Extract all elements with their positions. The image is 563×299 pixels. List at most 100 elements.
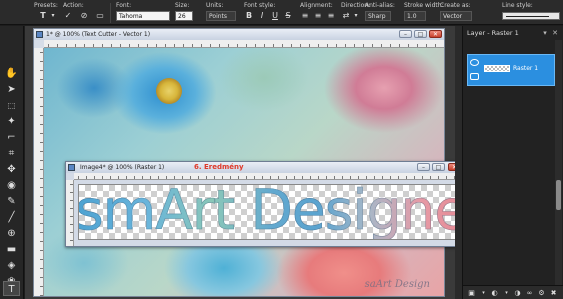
vertical-ruler <box>34 48 44 296</box>
stroke-width-input[interactable]: 1.0 <box>404 11 426 21</box>
size-label: Size: <box>175 2 190 9</box>
link-icon[interactable]: ∞ <box>525 289 534 297</box>
units-select[interactable]: Points <box>206 11 236 21</box>
ruler-tick <box>129 44 130 47</box>
pan-tool-icon[interactable]: ✋ <box>3 66 20 81</box>
canvas-watermark: saArt Design <box>364 279 430 290</box>
ruler-tick <box>70 184 73 185</box>
font-select[interactable]: Tahoma <box>116 11 170 21</box>
line-style-select[interactable] <box>502 12 560 20</box>
minimize-button[interactable]: – <box>399 30 412 38</box>
ruler-tick <box>48 44 49 47</box>
direction-dropdown-icon[interactable]: ▾ <box>351 11 361 21</box>
ruler-tick <box>190 176 191 179</box>
underline-icon[interactable]: U <box>270 11 280 21</box>
layer-name: Raster 1 <box>513 65 539 72</box>
align-right-icon[interactable]: ≡ <box>326 11 336 21</box>
ruler-tick <box>286 176 287 179</box>
strikethrough-icon[interactable]: S <box>283 11 293 21</box>
crop-tool-icon[interactable]: ⌗ <box>3 146 20 161</box>
layer-properties-icon[interactable]: ⚙ <box>537 289 546 297</box>
image-window[interactable]: Image4* @ 100% (Raster 1) 6. Eredmény – … <box>65 161 465 247</box>
presets-text-tool-icon[interactable]: T <box>38 11 48 21</box>
palette-menu-icon[interactable]: ▾ <box>541 29 549 37</box>
layer-row-raster-1[interactable]: Raster 1 <box>467 54 555 86</box>
ruler-tick <box>40 214 43 215</box>
close-button[interactable]: ✕ <box>429 30 442 38</box>
ruler-tick <box>40 268 43 269</box>
ruler-tick <box>40 133 43 134</box>
adjustment-layer-icon[interactable]: ◐ <box>490 289 499 297</box>
ruler-tick <box>318 176 319 179</box>
ruler-tick <box>94 176 95 179</box>
ruler-tick <box>40 259 43 260</box>
apply-check-icon[interactable]: ✓ <box>63 11 73 21</box>
makeover-tool-icon[interactable]: ✎ <box>3 194 20 209</box>
presets-label: Presets: <box>34 2 58 9</box>
ruler-tick <box>446 176 447 179</box>
adjustment-dropdown-icon[interactable]: ▾ <box>502 289 511 297</box>
edit-text-icon[interactable]: ▭ <box>95 11 105 21</box>
vertical-ruler <box>66 180 74 246</box>
ruler-tick <box>382 176 383 179</box>
ruler-tick <box>219 44 220 47</box>
ruler-tick <box>291 44 292 47</box>
create-as-select[interactable]: Vector <box>440 11 472 21</box>
delete-layer-icon[interactable]: ✖ <box>549 289 558 297</box>
size-select[interactable]: 26 <box>175 11 193 21</box>
dropper-tool-icon[interactable]: ⌐ <box>3 130 20 145</box>
ruler-tick <box>78 176 79 179</box>
magic-wand-tool-icon[interactable]: ✦ <box>3 114 20 129</box>
ruler-tick <box>40 196 43 197</box>
italic-icon[interactable]: I <box>257 11 267 21</box>
tools-toolbar: ✋ ➤ ⬚ ✦ ⌐ ⌗ ✥ ◉ ✎ ╱ ⊕ ▬ ◈ ❀ T <box>0 26 24 299</box>
align-center-icon[interactable]: ≡ <box>313 11 323 21</box>
direction-icon[interactable]: ⇄ <box>341 11 351 21</box>
flood-fill-tool-icon[interactable]: ◈ <box>3 258 20 273</box>
selection-tool-icon[interactable]: ⬚ <box>3 98 20 113</box>
eraser-tool-icon[interactable]: ▬ <box>3 242 20 257</box>
ruler-tick <box>254 176 255 179</box>
minimize-button[interactable]: – <box>417 163 430 171</box>
ruler-tick <box>138 44 139 47</box>
main-window-titlebar[interactable]: 1* @ 100% (Text Cutter - Vector 1) – □ ✕ <box>34 29 444 40</box>
ruler-tick <box>228 44 229 47</box>
maximize-button[interactable]: □ <box>414 30 427 38</box>
ruler-tick <box>398 176 399 179</box>
move-tool-icon[interactable]: ✥ <box>3 162 20 177</box>
units-label: Units: <box>206 2 224 9</box>
palette-close-icon[interactable]: ✕ <box>551 29 559 37</box>
ruler-tick <box>255 44 256 47</box>
bold-icon[interactable]: B <box>244 11 254 21</box>
pick-tool-icon[interactable]: ➤ <box>3 82 20 97</box>
maximize-button[interactable]: □ <box>432 163 445 171</box>
ruler-tick <box>165 44 166 47</box>
transparent-canvas[interactable]: smArt Designe <box>78 184 463 240</box>
red-eye-tool-icon[interactable]: ◉ <box>3 178 20 193</box>
layer-lock-icon[interactable] <box>470 73 479 80</box>
presets-dropdown-icon[interactable]: ▾ <box>48 11 58 21</box>
ruler-tick <box>174 176 175 179</box>
workspace-scrollbar[interactable] <box>455 26 462 299</box>
ruler-tick <box>414 176 415 179</box>
clone-tool-icon[interactable]: ⊕ <box>3 226 20 241</box>
tool-options-bar: Presets: T ▾ Action: ✓ ⊘ ▭ Font: Tahoma … <box>0 0 563 25</box>
layers-scrollbar[interactable] <box>555 40 562 285</box>
cancel-icon[interactable]: ⊘ <box>79 11 89 21</box>
text-tool-icon[interactable]: T <box>3 281 20 296</box>
ruler-tick <box>230 176 231 179</box>
new-layer-icon[interactable]: ▣ <box>467 289 476 297</box>
mask-icon[interactable]: ◑ <box>513 289 522 297</box>
align-left-icon[interactable]: ≡ <box>300 11 310 21</box>
action-label: Action: <box>63 2 84 9</box>
ruler-tick <box>399 44 400 47</box>
brush-tool-icon[interactable]: ╱ <box>3 210 20 225</box>
antialias-label: Anti-alias: <box>365 2 395 9</box>
antialias-select[interactable]: Sharp <box>365 11 391 21</box>
new-layer-dropdown-icon[interactable]: ▾ <box>479 289 488 297</box>
ruler-tick <box>70 192 73 193</box>
image-window-titlebar[interactable]: Image4* @ 100% (Raster 1) 6. Eredmény – … <box>66 162 464 173</box>
ruler-tick <box>246 176 247 179</box>
scrollbar-thumb[interactable] <box>556 180 561 210</box>
layer-visibility-icon[interactable] <box>470 59 479 66</box>
